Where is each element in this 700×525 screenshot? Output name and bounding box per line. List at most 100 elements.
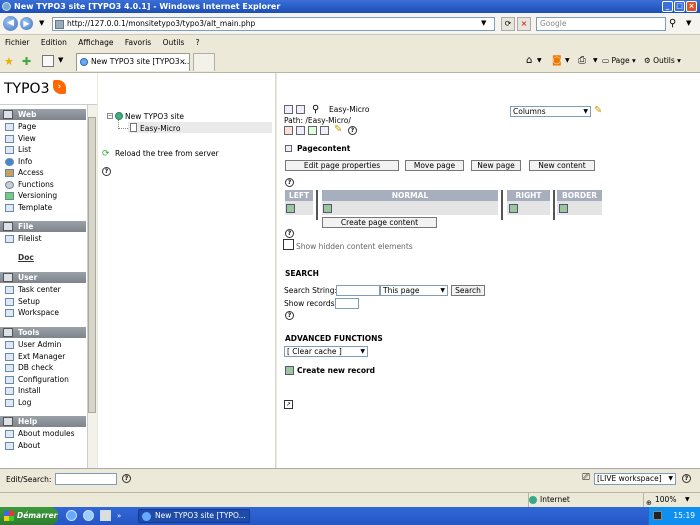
clear-cache-select[interactable]: [ Clear cache ] ▼ [284, 346, 368, 357]
minimize-icon[interactable]: _ [662, 1, 673, 12]
move-page-button[interactable]: Move page [405, 160, 464, 171]
favorites-star-icon[interactable]: ★ [4, 55, 14, 68]
new-content-button[interactable]: New content [529, 160, 595, 171]
module-about[interactable]: About [0, 440, 86, 452]
menu-affichage[interactable]: Affichage [78, 38, 113, 47]
search-input[interactable]: Google [536, 17, 666, 31]
module-page[interactable]: Page [0, 121, 86, 133]
help-icon[interactable]: ? [682, 474, 691, 483]
module-workspace[interactable]: Workspace [0, 307, 86, 319]
new-page-button[interactable]: New page [471, 160, 521, 171]
create-new-record-link[interactable]: Create new record [297, 366, 375, 375]
close-icon[interactable]: × [686, 1, 697, 12]
menu-help[interactable]: ? [196, 38, 200, 47]
forward-button[interactable]: ▶ [20, 17, 33, 30]
new-page-icon[interactable] [308, 126, 317, 135]
module-doc-link[interactable]: Doc [18, 253, 34, 262]
quick-launch-desktop-icon[interactable] [100, 510, 111, 521]
add-content-icon[interactable] [286, 204, 295, 213]
section-help[interactable]: Help [0, 416, 86, 427]
zoom-dropdown-icon[interactable]: ▼ [685, 493, 690, 507]
help-icon[interactable]: ? [285, 178, 294, 187]
start-button[interactable]: Démarrer [0, 507, 58, 525]
module-versioning[interactable]: Versioning [0, 190, 86, 202]
module-list[interactable]: List [0, 144, 86, 156]
search-dropdown-icon[interactable]: ▼ [686, 19, 691, 27]
close-tab-icon[interactable]: × [179, 54, 186, 70]
add-content-icon[interactable] [559, 204, 568, 213]
move-page-icon[interactable] [320, 126, 329, 135]
help-icon[interactable]: ? [122, 474, 131, 483]
tree-collapse-icon[interactable]: − [107, 113, 113, 119]
list-view-icon[interactable] [296, 105, 305, 114]
menu-edition[interactable]: Edition [41, 38, 67, 47]
module-db-check[interactable]: DB check [0, 362, 86, 374]
reload-icon[interactable]: ⟳ [102, 149, 110, 159]
help-icon[interactable]: ? [102, 167, 111, 176]
pencil-icon[interactable]: ✎ [334, 124, 342, 135]
home-icon[interactable]: ⌂ [526, 54, 532, 68]
search-icon[interactable]: ⚲ [669, 18, 676, 29]
open-new-window-icon[interactable]: ↗ [284, 400, 293, 409]
home-dropdown-icon[interactable]: ▼ [537, 54, 542, 68]
tab-typo3-site[interactable]: New TYPO3 site [TYPO3 ... × [76, 53, 190, 71]
search-scope-select[interactable]: This page ▼ [380, 285, 448, 296]
tree-page-easy-micro[interactable]: Easy-Micro [140, 124, 180, 133]
search-button[interactable]: Search [451, 285, 485, 296]
help-icon[interactable]: ? [285, 229, 294, 238]
section-web[interactable]: Web [0, 109, 86, 120]
module-filelist[interactable]: Filelist [0, 233, 86, 245]
rss-feed-icon[interactable]: ◙ [552, 54, 562, 68]
menu-fichier[interactable]: Fichier [5, 38, 30, 47]
add-content-icon[interactable] [323, 204, 332, 213]
back-button[interactable]: ◀ [3, 16, 18, 31]
zoom-level[interactable]: 100% [655, 493, 676, 507]
module-about-modules[interactable]: About modules [0, 428, 86, 440]
add-content-icon[interactable] [509, 204, 518, 213]
columns-select[interactable]: Columns ▼ [510, 106, 591, 117]
new-record-icon[interactable] [285, 366, 294, 375]
tab-list-dropdown-icon[interactable]: ▼ [58, 56, 63, 64]
create-page-content-button[interactable]: Create page content [322, 217, 437, 228]
section-file[interactable]: File [0, 221, 86, 232]
tools-menu[interactable]: ⚙ Outils ▾ [644, 54, 681, 68]
print-icon[interactable]: ⎙ [578, 54, 586, 68]
module-install[interactable]: Install [0, 385, 86, 397]
quick-tabs-icon[interactable] [42, 55, 54, 67]
add-favorite-icon[interactable]: ✚ [22, 55, 31, 68]
module-access[interactable]: Access [0, 167, 86, 179]
rss-dropdown-icon[interactable]: ▼ [565, 54, 570, 68]
edit-page-properties-button[interactable]: Edit page properties [285, 160, 399, 171]
module-view[interactable]: View [0, 133, 86, 145]
search-string-input[interactable] [336, 285, 380, 296]
show-records-input[interactable] [335, 298, 359, 309]
search-icon[interactable]: ⚲ [312, 104, 319, 115]
print-dropdown-icon[interactable]: ▼ [593, 54, 598, 68]
module-task-center[interactable]: Task center [0, 284, 86, 296]
maximize-icon[interactable]: □ [674, 1, 685, 12]
page-menu[interactable]: ▭ Page ▾ [602, 54, 636, 68]
help-icon[interactable]: ? [285, 311, 294, 320]
url-dropdown-icon[interactable]: ▼ [481, 19, 486, 27]
edit-search-input[interactable] [55, 473, 117, 485]
module-configuration[interactable]: Configuration [0, 374, 86, 386]
pencil-icon[interactable]: ✎ [594, 105, 602, 116]
section-user[interactable]: User [0, 272, 86, 283]
history-dropdown-icon[interactable]: ▼ [39, 19, 44, 27]
module-setup[interactable]: Setup [0, 296, 86, 308]
module-menu-scroll-thumb[interactable] [88, 117, 96, 413]
quick-launch-more-icon[interactable]: » [117, 507, 121, 525]
module-ext-manager[interactable]: Ext Manager [0, 351, 86, 363]
show-hidden-checkbox[interactable] [283, 239, 294, 250]
module-log[interactable]: Log [0, 397, 86, 409]
menu-favoris[interactable]: Favoris [125, 38, 151, 47]
quick-launch-ie-icon[interactable] [66, 510, 77, 521]
page-properties-icon[interactable] [296, 126, 305, 135]
stop-icon[interactable]: × [517, 17, 531, 31]
new-tab-button[interactable] [193, 53, 215, 71]
tray-icon[interactable] [653, 511, 662, 520]
refresh-icon[interactable]: ⟳ [501, 17, 515, 31]
edit-page-icon[interactable] [284, 126, 293, 135]
section-tools[interactable]: Tools [0, 327, 86, 338]
module-template[interactable]: Template [0, 202, 86, 214]
